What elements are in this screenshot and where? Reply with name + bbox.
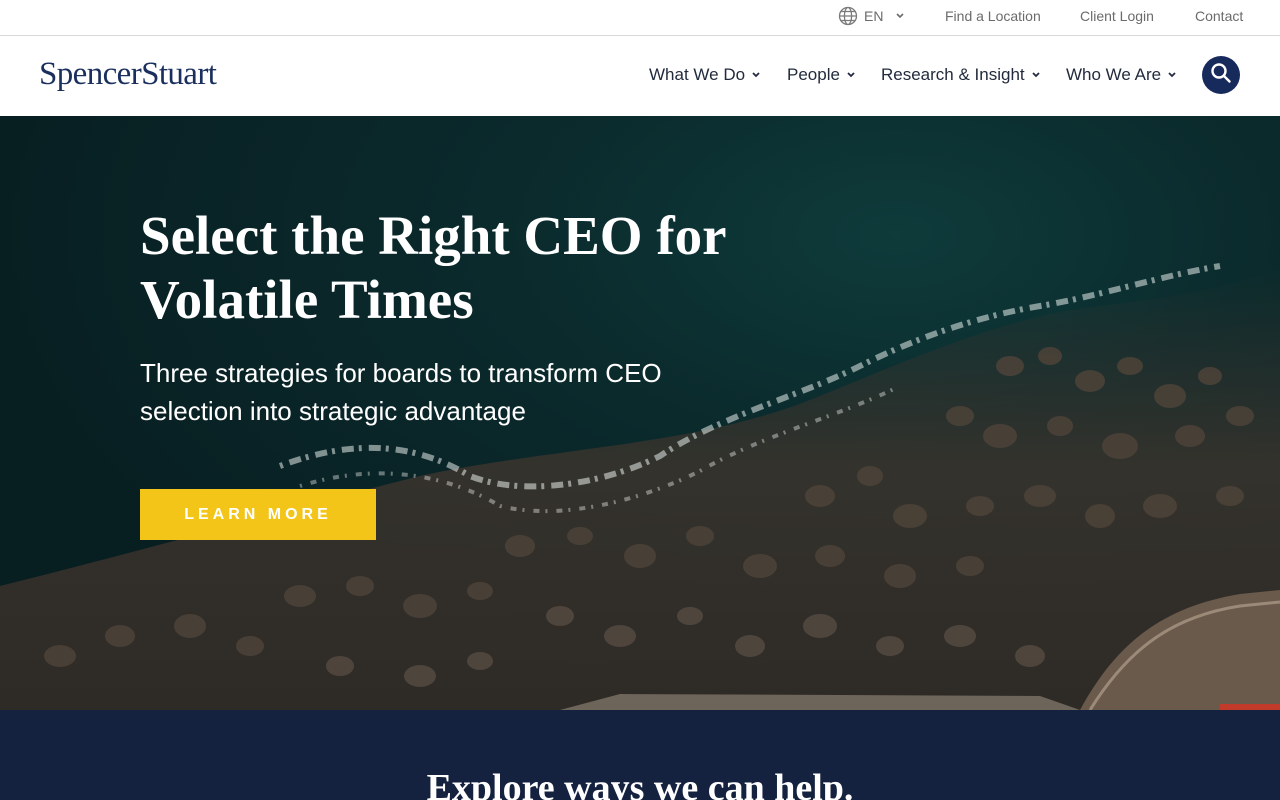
nav-item-people[interactable]: People: [787, 65, 856, 85]
chevron-down-icon: [1031, 71, 1041, 79]
learn-more-button[interactable]: LEARN MORE: [140, 489, 376, 540]
logo[interactable]: SpencerStuart: [39, 56, 217, 93]
search-button[interactable]: [1202, 56, 1240, 94]
chevron-down-icon: [1167, 71, 1177, 79]
nav-item-label: Research & Insight: [881, 65, 1025, 84]
nav-item-label: Who We Are: [1066, 65, 1162, 84]
find-location-link[interactable]: Find a Location: [945, 8, 1041, 24]
nav-item-what-we-do[interactable]: What We Do: [649, 65, 761, 85]
chevron-down-icon: [751, 71, 761, 79]
chevron-down-icon: [846, 71, 856, 79]
search-icon: [1210, 62, 1232, 89]
nav-item-research-insight[interactable]: Research & Insight: [881, 65, 1041, 85]
main-navigation: SpencerStuart What We Do People Research…: [0, 36, 1280, 116]
contact-link[interactable]: Contact: [1195, 8, 1243, 24]
explore-section: Explore ways we can help.: [0, 710, 1280, 800]
chevron-down-icon: [895, 12, 905, 20]
nav-item-who-we-are[interactable]: Who We Are: [1066, 65, 1177, 85]
client-login-link[interactable]: Client Login: [1080, 8, 1154, 24]
nav-item-label: People: [787, 65, 840, 84]
utility-bar: EN Find a Location Client Login Contact: [0, 0, 1280, 36]
hero-subtitle: Three strategies for boards to transform…: [140, 358, 662, 426]
hero-title: Select the Right CEO for Volatile Times: [140, 205, 726, 330]
explore-heading: Explore ways we can help.: [426, 767, 854, 800]
hero-banner: Select the Right CEO for Volatile Times …: [0, 116, 1280, 710]
globe-icon: [838, 6, 858, 26]
nav-item-label: What We Do: [649, 65, 746, 84]
language-selector[interactable]: EN: [838, 6, 905, 26]
language-label: EN: [864, 8, 884, 24]
